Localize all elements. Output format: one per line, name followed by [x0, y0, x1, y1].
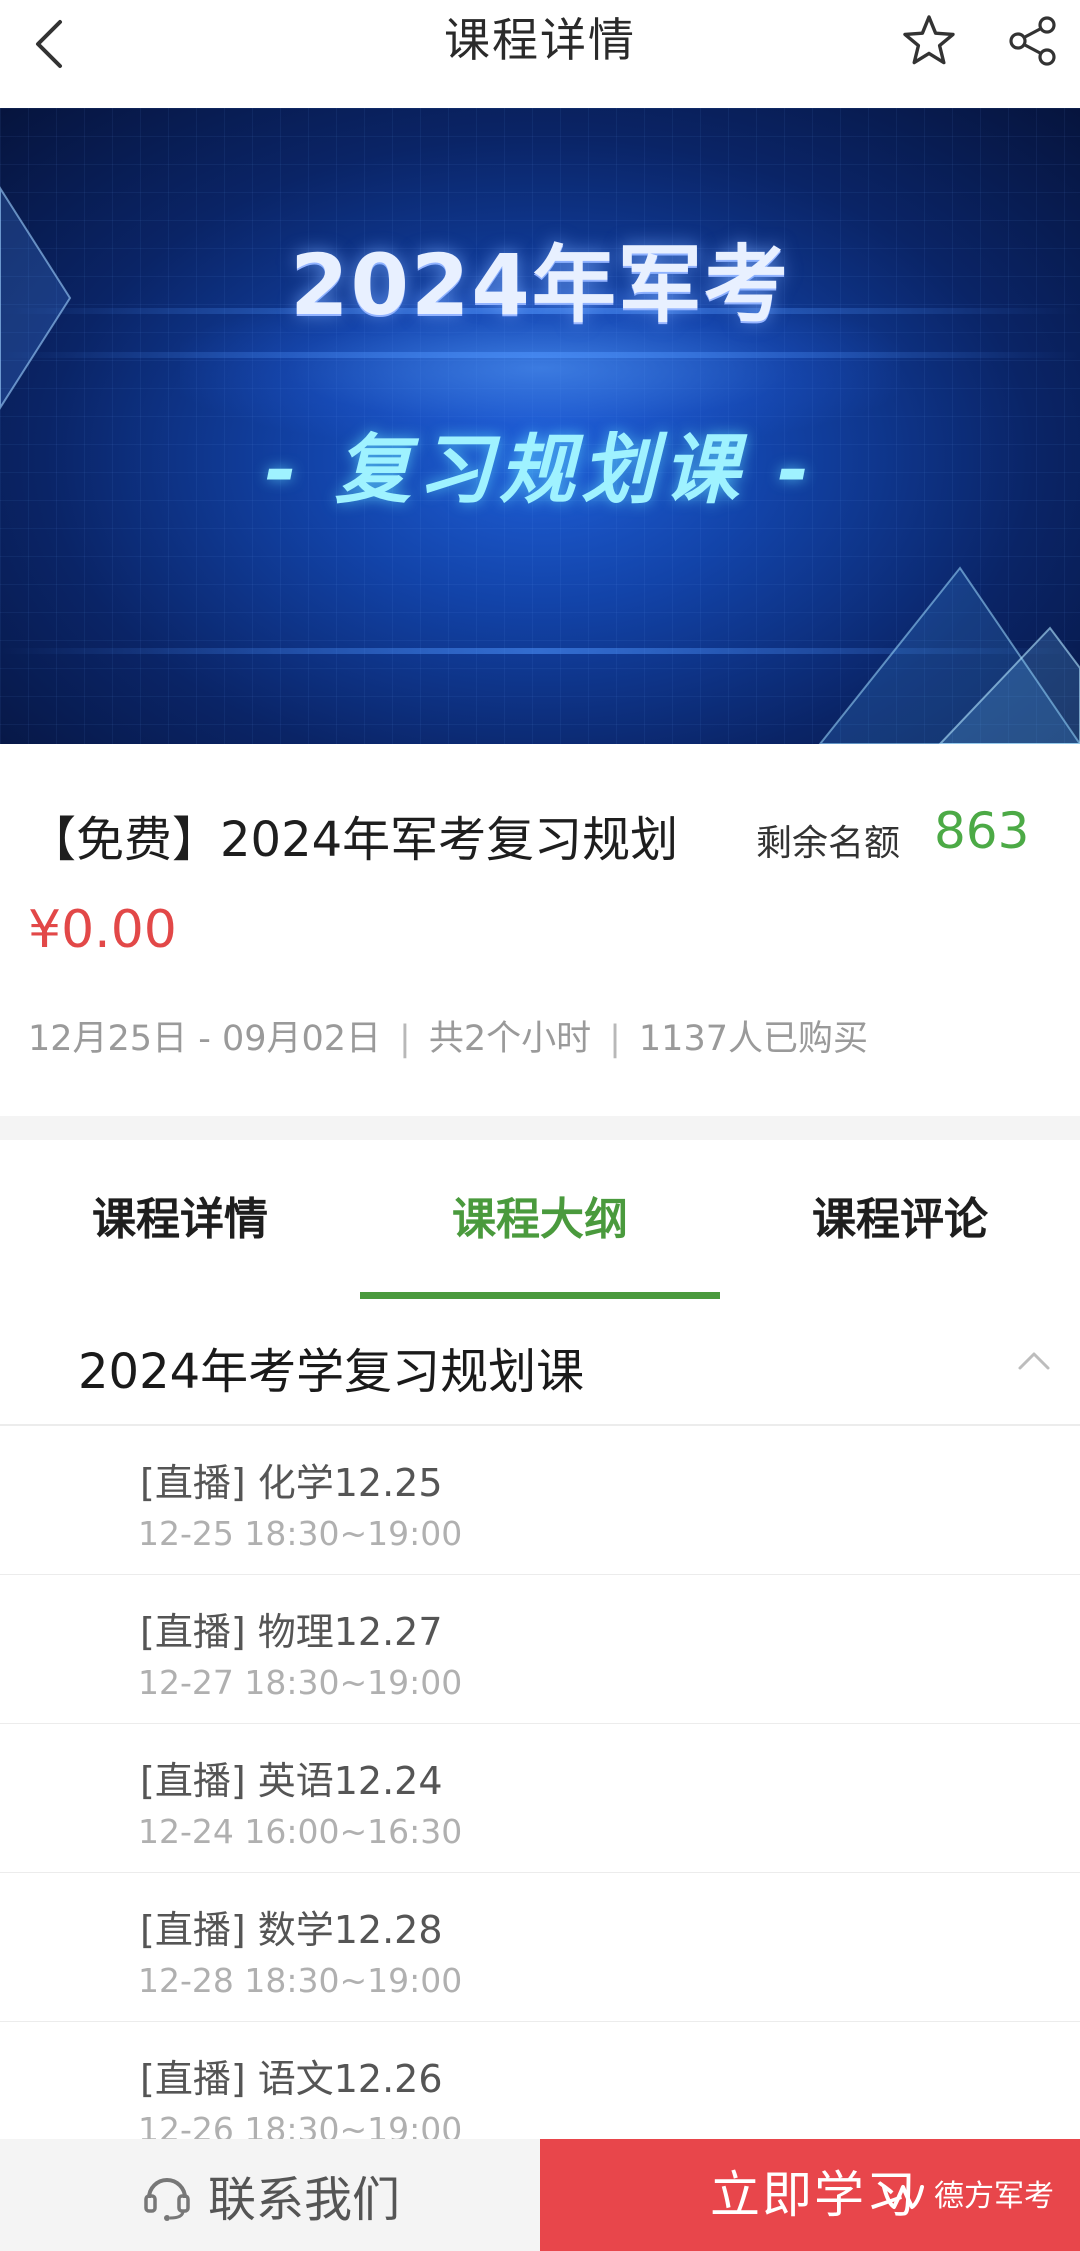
- lesson-title: [直播] 数学12.28: [140, 1908, 443, 1952]
- course-name: 【免费】2024年军考复习规划: [28, 812, 679, 868]
- favorite-button[interactable]: [898, 10, 960, 72]
- outline-section-title: 2024年考学复习规划课: [78, 1344, 585, 1400]
- banner-decor-triangle-right: [818, 566, 1080, 744]
- quota-value: 863: [934, 802, 1030, 860]
- headset-icon: [144, 2178, 190, 2221]
- banner-light-band: [0, 352, 1080, 358]
- tab-course-outline[interactable]: 课程大纲: [360, 1140, 720, 1300]
- outline-section-header[interactable]: 2024年考学复习规划课: [0, 1300, 1080, 1426]
- tab-course-reviews[interactable]: 课程评论: [720, 1140, 1080, 1300]
- lesson-title: [直播] 物理12.27: [140, 1610, 443, 1654]
- quota-label: 剩余名额: [756, 823, 901, 864]
- course-info: 【免费】2024年军考复习规划 剩余名额 863 ¥0.00 12月25日 - …: [0, 744, 1080, 1116]
- lesson-item[interactable]: [直播] 英语12.24 12-24 16:00~16:30: [0, 1724, 1080, 1874]
- lesson-item[interactable]: [直播] 物理12.27 12-27 18:30~19:00: [0, 1575, 1080, 1725]
- purchase-count: 1137人已购买: [638, 1019, 868, 1059]
- active-tab-indicator: [360, 1292, 720, 1299]
- banner-title: 2024年军考: [290, 236, 790, 334]
- course-banner: 2024年军考 - 复习规划课 -: [0, 108, 1080, 744]
- lesson-time: 12-24 16:00~16:30: [138, 1812, 463, 1851]
- tab-course-details[interactable]: 课程详情: [0, 1140, 360, 1300]
- duration: 共2个小时: [428, 1019, 592, 1059]
- bottom-action-bar: 联系我们 立即学习 德方军考: [0, 2139, 1080, 2251]
- share-button[interactable]: [1002, 10, 1064, 72]
- watermark-text: 德方军考: [934, 2179, 1054, 2214]
- wechat-channel-icon: [882, 2185, 924, 2209]
- lesson-item[interactable]: [直播] 数学12.28 12-28 18:30~19:00: [0, 1873, 1080, 2023]
- top-navigation-bar: 课程详情: [0, 0, 1080, 108]
- contact-us-button[interactable]: 联系我们: [0, 2139, 540, 2251]
- lesson-title: [直播] 语文12.26: [140, 2057, 443, 2101]
- meta-separator: |: [609, 1019, 621, 1059]
- chevron-up-icon: [1018, 1352, 1050, 1370]
- section-divider: [0, 1116, 1080, 1140]
- contact-us-label: 联系我们: [207, 2172, 400, 2228]
- lesson-time: 12-27 18:30~19:00: [138, 1663, 463, 1702]
- banner-subtitle: - 复习规划课 -: [264, 425, 815, 514]
- tab-bar: 课程详情 课程大纲 课程评论: [0, 1140, 1080, 1300]
- lesson-item[interactable]: [直播] 化学12.25 12-25 18:30~19:00: [0, 1426, 1080, 1576]
- meta-separator: |: [399, 1019, 411, 1059]
- lesson-time: 12-25 18:30~19:00: [138, 1514, 463, 1553]
- star-outline-icon: [903, 15, 955, 65]
- lesson-time: 12-28 18:30~19:00: [138, 1961, 463, 2000]
- share-icon: [1009, 16, 1056, 66]
- course-meta: 12月25日 - 09月02日 | 共2个小时 | 1137人已购买: [28, 1010, 868, 1061]
- start-learning-button[interactable]: 立即学习 德方军考: [540, 2139, 1080, 2251]
- watermark: 德方军考: [880, 2163, 1054, 2223]
- lesson-title: [直播] 英语12.24: [140, 1759, 443, 1803]
- lesson-title: [直播] 化学12.25: [140, 1461, 443, 1505]
- course-price: ¥0.00: [28, 900, 177, 960]
- date-range: 12月25日 - 09月02日: [28, 1019, 382, 1059]
